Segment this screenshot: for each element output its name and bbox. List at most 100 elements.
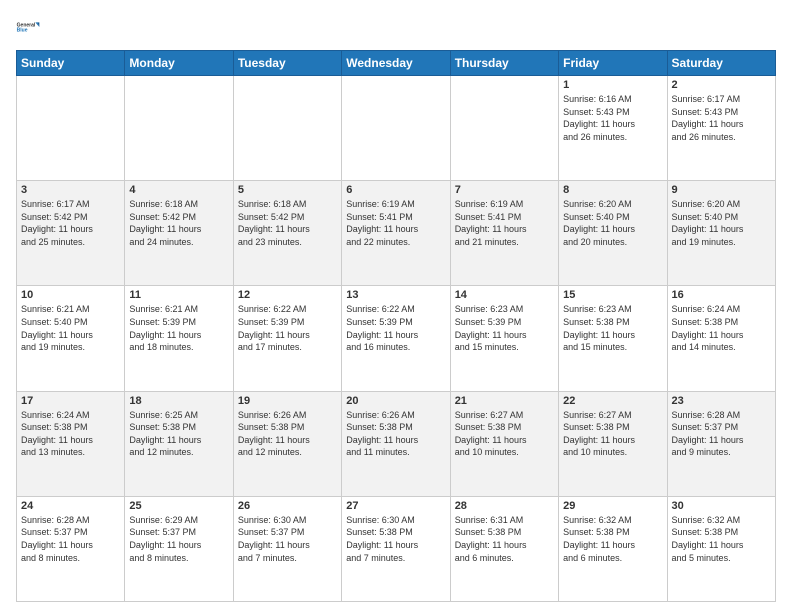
day-number: 11 [129, 289, 228, 301]
calendar-cell: 23 Sunrise: 6:28 AM Sunset: 5:37 PM Dayli… [667, 391, 775, 496]
day-number: 26 [238, 500, 337, 512]
day-number: 17 [21, 395, 120, 407]
day-number: 5 [238, 184, 337, 196]
calendar-cell [233, 76, 341, 181]
day-info: Sunrise: 6:27 AM Sunset: 5:38 PM Dayligh… [455, 409, 554, 459]
day-number: 23 [672, 395, 771, 407]
calendar-cell: 3Sunrise: 6:17 AM Sunset: 5:42 PM Daylig… [17, 181, 125, 286]
week-row-2: 3Sunrise: 6:17 AM Sunset: 5:42 PM Daylig… [17, 181, 776, 286]
day-info: Sunrise: 6:21 AM Sunset: 5:40 PM Dayligh… [21, 303, 120, 353]
svg-text:Blue: Blue [17, 28, 28, 34]
day-number: 15 [563, 289, 662, 301]
calendar-cell: 19 Sunrise: 6:26 AM Sunset: 5:38 PM Dayli… [233, 391, 341, 496]
calendar-cell [17, 76, 125, 181]
calendar-cell: 20 Sunrise: 6:26 AM Sunset: 5:38 PM Dayli… [342, 391, 450, 496]
calendar-cell [450, 76, 558, 181]
week-row-4: 17 Sunrise: 6:24 AM Sunset: 5:38 PM Dayli… [17, 391, 776, 496]
day-info: Sunrise: 6:17 AM Sunset: 5:42 PM Dayligh… [21, 198, 120, 248]
logo-icon: GeneralBlue [16, 12, 46, 42]
day-info: Sunrise: 6:19 AM Sunset: 5:41 PM Dayligh… [455, 198, 554, 248]
week-row-1: 1 Sunrise: 6:16 AM Sunset: 5:43 PM Daylig… [17, 76, 776, 181]
day-info: Sunrise: 6:23 AM Sunset: 5:38 PM Dayligh… [563, 303, 662, 353]
day-info: Sunrise: 6:22 AM Sunset: 5:39 PM Dayligh… [346, 303, 445, 353]
calendar-cell: 16 Sunrise: 6:24 AM Sunset: 5:38 PM Dayli… [667, 286, 775, 391]
day-info: Sunrise: 6:28 AM Sunset: 5:37 PM Dayligh… [672, 409, 771, 459]
calendar-cell: 9 Sunrise: 6:20 AM Sunset: 5:40 PM Daylig… [667, 181, 775, 286]
calendar-cell: 29Sunrise: 6:32 AM Sunset: 5:38 PM Dayli… [559, 496, 667, 601]
calendar-cell: 22 Sunrise: 6:27 AM Sunset: 5:38 PM Dayli… [559, 391, 667, 496]
calendar-cell: 24 Sunrise: 6:28 AM Sunset: 5:37 PM Dayli… [17, 496, 125, 601]
day-info: Sunrise: 6:26 AM Sunset: 5:38 PM Dayligh… [346, 409, 445, 459]
day-info: Sunrise: 6:32 AM Sunset: 5:38 PM Dayligh… [672, 514, 771, 564]
day-info: Sunrise: 6:21 AM Sunset: 5:39 PM Dayligh… [129, 303, 228, 353]
day-number: 20 [346, 395, 445, 407]
calendar-cell [125, 76, 233, 181]
calendar-cell: 26 Sunrise: 6:30 AM Sunset: 5:37 PM Dayli… [233, 496, 341, 601]
day-info: Sunrise: 6:29 AM Sunset: 5:37 PM Dayligh… [129, 514, 228, 564]
day-number: 18 [129, 395, 228, 407]
day-number: 4 [129, 184, 228, 196]
day-number: 19 [238, 395, 337, 407]
logo: GeneralBlue [16, 12, 46, 42]
calendar-cell: 4 Sunrise: 6:18 AM Sunset: 5:42 PM Daylig… [125, 181, 233, 286]
day-number: 13 [346, 289, 445, 301]
day-info: Sunrise: 6:16 AM Sunset: 5:43 PM Dayligh… [563, 93, 662, 143]
day-info: Sunrise: 6:24 AM Sunset: 5:38 PM Dayligh… [21, 409, 120, 459]
day-number: 1 [563, 79, 662, 91]
day-info: Sunrise: 6:31 AM Sunset: 5:38 PM Dayligh… [455, 514, 554, 564]
calendar-cell [342, 76, 450, 181]
day-info: Sunrise: 6:25 AM Sunset: 5:38 PM Dayligh… [129, 409, 228, 459]
calendar-cell: 10 Sunrise: 6:21 AM Sunset: 5:40 PM Dayli… [17, 286, 125, 391]
calendar-cell: 15 Sunrise: 6:23 AM Sunset: 5:38 PM Dayli… [559, 286, 667, 391]
day-number: 9 [672, 184, 771, 196]
calendar-cell: 18 Sunrise: 6:25 AM Sunset: 5:38 PM Dayli… [125, 391, 233, 496]
day-info: Sunrise: 6:27 AM Sunset: 5:38 PM Dayligh… [563, 409, 662, 459]
calendar-cell: 17 Sunrise: 6:24 AM Sunset: 5:38 PM Dayli… [17, 391, 125, 496]
day-info: Sunrise: 6:23 AM Sunset: 5:39 PM Dayligh… [455, 303, 554, 353]
calendar-cell: 5 Sunrise: 6:18 AM Sunset: 5:42 PM Daylig… [233, 181, 341, 286]
day-number: 24 [21, 500, 120, 512]
day-info: Sunrise: 6:20 AM Sunset: 5:40 PM Dayligh… [563, 198, 662, 248]
calendar-cell: 12 Sunrise: 6:22 AM Sunset: 5:39 PM Dayli… [233, 286, 341, 391]
day-number: 21 [455, 395, 554, 407]
week-row-3: 10 Sunrise: 6:21 AM Sunset: 5:40 PM Dayli… [17, 286, 776, 391]
day-info: Sunrise: 6:19 AM Sunset: 5:41 PM Dayligh… [346, 198, 445, 248]
calendar-table: SundayMondayTuesdayWednesdayThursdayFrid… [16, 50, 776, 602]
calendar-cell: 1 Sunrise: 6:16 AM Sunset: 5:43 PM Daylig… [559, 76, 667, 181]
day-info: Sunrise: 6:20 AM Sunset: 5:40 PM Dayligh… [672, 198, 771, 248]
day-info: Sunrise: 6:18 AM Sunset: 5:42 PM Dayligh… [238, 198, 337, 248]
day-number: 2 [672, 79, 771, 91]
day-info: Sunrise: 6:28 AM Sunset: 5:37 PM Dayligh… [21, 514, 120, 564]
day-number: 6 [346, 184, 445, 196]
col-header-saturday: Saturday [667, 51, 775, 76]
col-header-monday: Monday [125, 51, 233, 76]
day-info: Sunrise: 6:26 AM Sunset: 5:38 PM Dayligh… [238, 409, 337, 459]
calendar-cell: 8Sunrise: 6:20 AM Sunset: 5:40 PM Daylig… [559, 181, 667, 286]
day-number: 28 [455, 500, 554, 512]
col-header-sunday: Sunday [17, 51, 125, 76]
day-info: Sunrise: 6:32 AM Sunset: 5:38 PM Dayligh… [563, 514, 662, 564]
day-info: Sunrise: 6:24 AM Sunset: 5:38 PM Dayligh… [672, 303, 771, 353]
col-header-thursday: Thursday [450, 51, 558, 76]
calendar-cell: 14Sunrise: 6:23 AM Sunset: 5:39 PM Dayli… [450, 286, 558, 391]
page-header: GeneralBlue [16, 12, 776, 42]
day-number: 10 [21, 289, 120, 301]
calendar-cell: 7Sunrise: 6:19 AM Sunset: 5:41 PM Daylig… [450, 181, 558, 286]
calendar-cell: 30 Sunrise: 6:32 AM Sunset: 5:38 PM Dayli… [667, 496, 775, 601]
day-number: 12 [238, 289, 337, 301]
week-row-5: 24 Sunrise: 6:28 AM Sunset: 5:37 PM Dayli… [17, 496, 776, 601]
day-info: Sunrise: 6:30 AM Sunset: 5:37 PM Dayligh… [238, 514, 337, 564]
col-header-wednesday: Wednesday [342, 51, 450, 76]
day-number: 22 [563, 395, 662, 407]
day-info: Sunrise: 6:22 AM Sunset: 5:39 PM Dayligh… [238, 303, 337, 353]
calendar-cell: 13 Sunrise: 6:22 AM Sunset: 5:39 PM Dayli… [342, 286, 450, 391]
day-info: Sunrise: 6:18 AM Sunset: 5:42 PM Dayligh… [129, 198, 228, 248]
calendar-cell: 2Sunrise: 6:17 AM Sunset: 5:43 PM Daylig… [667, 76, 775, 181]
col-header-tuesday: Tuesday [233, 51, 341, 76]
calendar-cell: 6 Sunrise: 6:19 AM Sunset: 5:41 PM Daylig… [342, 181, 450, 286]
day-number: 16 [672, 289, 771, 301]
day-number: 25 [129, 500, 228, 512]
col-header-friday: Friday [559, 51, 667, 76]
day-number: 30 [672, 500, 771, 512]
calendar-cell: 11 Sunrise: 6:21 AM Sunset: 5:39 PM Dayli… [125, 286, 233, 391]
